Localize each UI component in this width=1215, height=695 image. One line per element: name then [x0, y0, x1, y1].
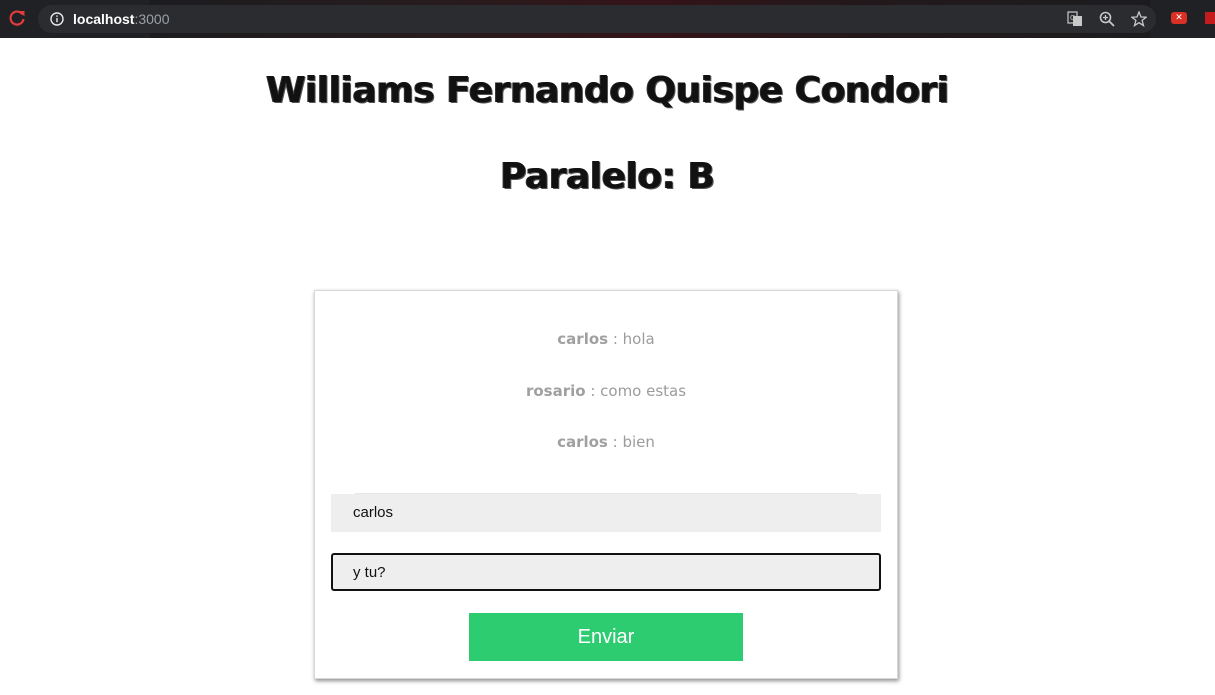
address-bar[interactable]: localhost:3000 G	[38, 5, 1156, 33]
browser-toolbar: localhost:3000 G ✕	[0, 0, 1215, 38]
message-item: carlos : hola	[315, 329, 897, 381]
message-list: carlos : hola rosario : como estas carlo…	[315, 329, 897, 484]
message-separator: :	[608, 330, 623, 348]
message-item: carlos : bien	[315, 432, 897, 484]
message-user: carlos	[557, 330, 609, 348]
chat-panel: carlos : hola rosario : como estas carlo…	[314, 290, 898, 679]
message-text: hola	[622, 330, 655, 348]
message-item: rosario : como estas	[315, 381, 897, 433]
page-subtitle: Paralelo: B	[500, 156, 715, 197]
bookmark-star-icon[interactable]	[1131, 11, 1147, 27]
extension-close-icon[interactable]: ✕	[1171, 12, 1187, 24]
reload-icon[interactable]	[8, 9, 26, 27]
message-user: rosario	[525, 381, 586, 400]
message-user: carlos	[557, 433, 608, 451]
send-button[interactable]: Enviar	[469, 613, 743, 661]
url-text[interactable]: localhost:3000	[73, 11, 170, 27]
message-text: como estas	[600, 381, 687, 400]
zoom-icon[interactable]	[1099, 11, 1115, 27]
info-icon[interactable]	[50, 12, 64, 26]
page-title: Williams Fernando Quispe Condori	[266, 70, 949, 111]
username-input[interactable]	[331, 494, 881, 532]
extension-icon[interactable]	[1205, 12, 1215, 24]
svg-text:G: G	[1070, 14, 1075, 22]
message-text: bien	[622, 433, 655, 451]
message-separator: :	[585, 381, 601, 400]
url-host: localhost	[73, 11, 135, 27]
url-port: :3000	[134, 11, 170, 27]
translate-icon[interactable]: G	[1067, 11, 1083, 27]
message-separator: :	[607, 433, 623, 451]
message-input[interactable]	[331, 553, 881, 591]
